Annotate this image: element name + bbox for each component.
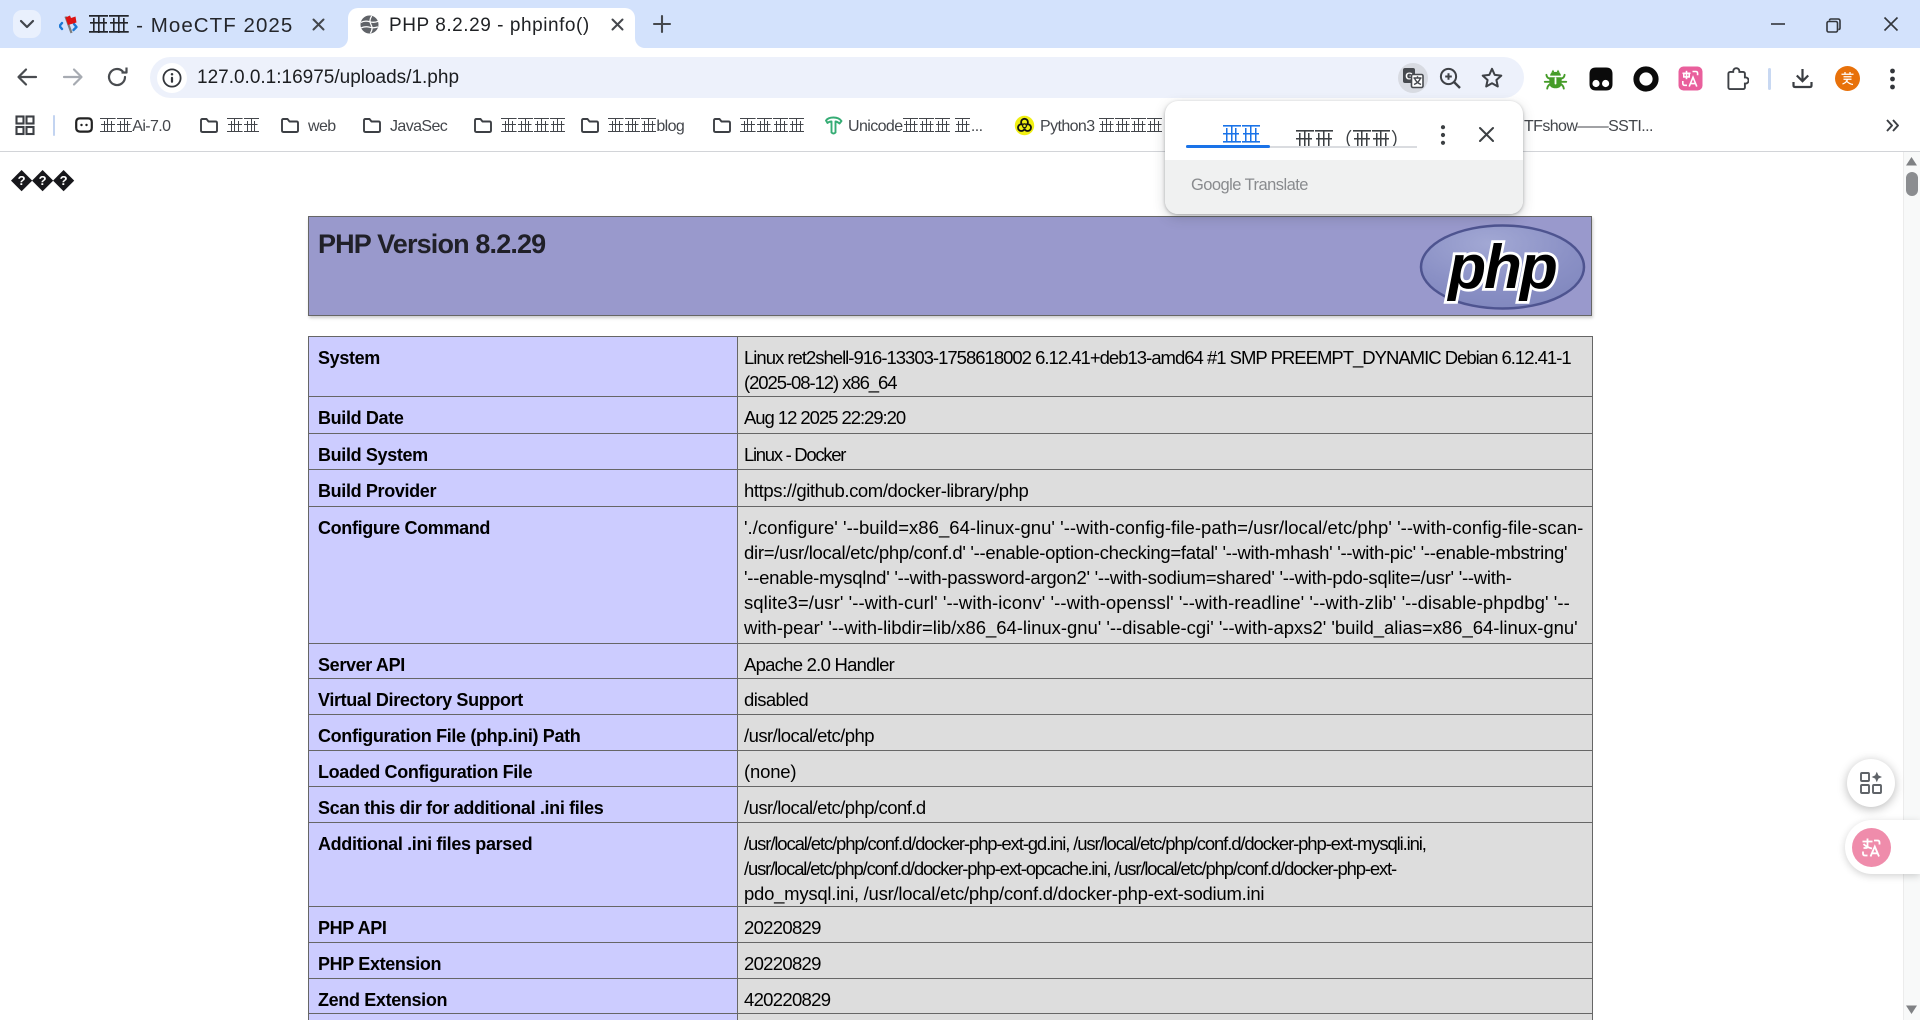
- svg-text:?: ?: [39, 173, 47, 188]
- svg-text:php: php: [1446, 233, 1556, 302]
- svg-text:?: ?: [60, 173, 68, 188]
- svg-text:?: ?: [18, 173, 26, 188]
